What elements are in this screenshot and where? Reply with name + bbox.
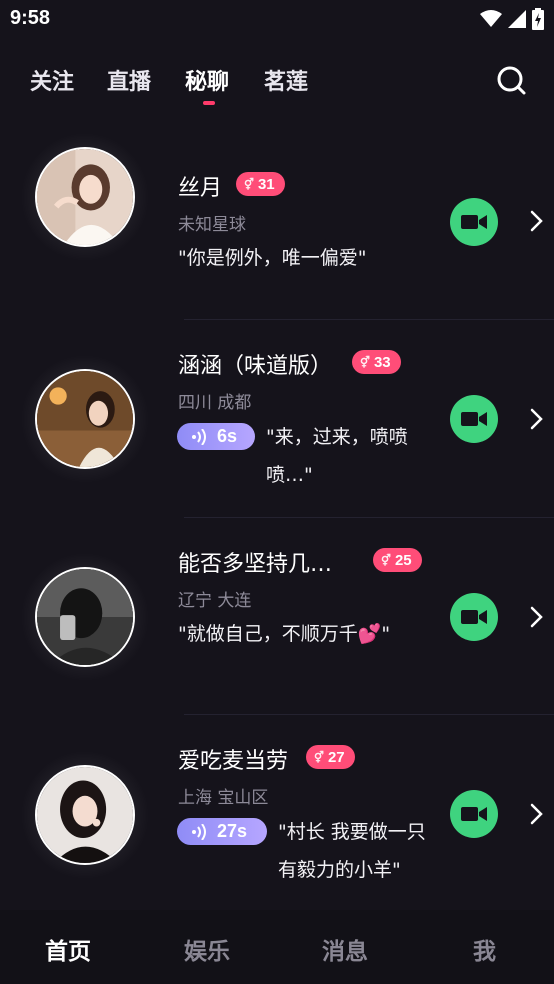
- tab-follow[interactable]: 关注: [30, 64, 74, 96]
- top-tabs: 关注 直播 秘聊 茗莲: [0, 58, 554, 108]
- video-camera-icon: [461, 807, 487, 821]
- avatar[interactable]: [35, 369, 135, 469]
- chevron-right-icon[interactable]: [527, 803, 545, 825]
- user-name: 丝月: [178, 176, 223, 201]
- avatar[interactable]: [35, 147, 135, 247]
- user-location: 未知星球: [178, 215, 246, 235]
- avatar-photo: [37, 371, 133, 467]
- avatar-photo: [37, 149, 133, 245]
- gender-icon: ⚥: [360, 356, 370, 369]
- badge-value: 25: [394, 551, 412, 569]
- video-call-button[interactable]: [450, 593, 498, 641]
- user-quote: "村长 我要做一只有毅力的小羊": [278, 821, 426, 881]
- avatar-photo: [37, 767, 133, 863]
- avatar-photo: [37, 569, 133, 665]
- level-badge: ⚥ 33: [352, 350, 401, 374]
- video-camera-icon: [461, 610, 487, 624]
- user-quote: "就做自己，不顺万千💕": [178, 623, 391, 645]
- divider: [184, 319, 554, 320]
- battery-icon: [532, 8, 544, 30]
- user-location: 辽宁 大连: [178, 591, 252, 611]
- search-button[interactable]: [495, 64, 527, 96]
- chevron-right-icon[interactable]: [527, 210, 545, 232]
- bottom-nav-me[interactable]: 我: [473, 932, 496, 966]
- badge-value: 33: [373, 353, 391, 371]
- user-quote-line1: "村长 我要做一只有毅力的小羊": [278, 813, 438, 889]
- user-name: 能否多坚持几…: [178, 552, 333, 577]
- user-location: 四川 成都: [178, 393, 252, 413]
- divider: [184, 714, 554, 715]
- user-quote-line1: "来，过来，喷喷喷…": [266, 418, 426, 494]
- wifi-icon: [480, 10, 502, 27]
- search-icon: [497, 66, 526, 95]
- voice-message-button[interactable]: 27s: [177, 818, 267, 845]
- status-bar: 9:58: [0, 0, 554, 38]
- user-name: 爱吃麦当劳: [178, 749, 289, 774]
- user-quote: "你是例外，唯一偏爱": [178, 247, 367, 269]
- tab-minglian[interactable]: 茗莲: [264, 64, 308, 96]
- list-item[interactable]: 涵涵（味道版） ⚥ 33 四川 成都 6s "来，过来，喷喷喷…": [0, 322, 554, 520]
- voice-duration: 27s: [217, 821, 248, 841]
- active-tab-indicator: [203, 101, 215, 105]
- video-call-button[interactable]: [450, 790, 498, 838]
- tab-live[interactable]: 直播: [107, 64, 151, 96]
- gender-icon: ⚥: [381, 554, 391, 567]
- user-location: 上海 宝山区: [178, 788, 269, 808]
- level-badge: ⚥ 25: [373, 548, 422, 572]
- badge-value: 27: [327, 748, 345, 766]
- voice-message-button[interactable]: 6s: [177, 423, 255, 450]
- tab-secret-chat[interactable]: 秘聊: [185, 64, 229, 96]
- list-item[interactable]: 能否多坚持几… ⚥ 25 辽宁 大连 "就做自己，不顺万千💕": [0, 520, 554, 718]
- voice-wave-icon: [192, 823, 206, 840]
- bottom-nav-home[interactable]: 首页: [45, 932, 91, 966]
- video-camera-icon: [461, 215, 487, 229]
- chevron-right-icon[interactable]: [527, 606, 545, 628]
- gender-icon: ⚥: [244, 178, 254, 191]
- voice-duration: 6s: [217, 426, 238, 446]
- signal-icon: [508, 10, 526, 28]
- avatar[interactable]: [35, 765, 135, 865]
- video-call-button[interactable]: [450, 395, 498, 443]
- video-call-button[interactable]: [450, 198, 498, 246]
- status-icons: [480, 8, 544, 30]
- badge-value: 31: [257, 175, 275, 193]
- chevron-right-icon[interactable]: [527, 408, 545, 430]
- list-item[interactable]: 丝月 ⚥ 31 未知星球 "你是例外，唯一偏爱": [0, 124, 554, 322]
- level-badge: ⚥ 31: [236, 172, 285, 196]
- avatar[interactable]: [35, 567, 135, 667]
- user-quote: "来，过来，喷喷喷…": [266, 426, 408, 486]
- bottom-nav: 首页 娱乐 消息 我: [0, 910, 554, 984]
- user-name: 涵涵（味道版）: [178, 354, 333, 379]
- bottom-nav-entertainment[interactable]: 娱乐: [184, 932, 230, 966]
- status-time: 9:58: [10, 7, 51, 29]
- gender-icon: ⚥: [314, 751, 324, 764]
- video-camera-icon: [461, 412, 487, 426]
- divider: [184, 517, 554, 518]
- voice-wave-icon: [192, 428, 206, 445]
- bottom-nav-messages[interactable]: 消息: [322, 932, 368, 966]
- level-badge: ⚥ 27: [306, 745, 355, 769]
